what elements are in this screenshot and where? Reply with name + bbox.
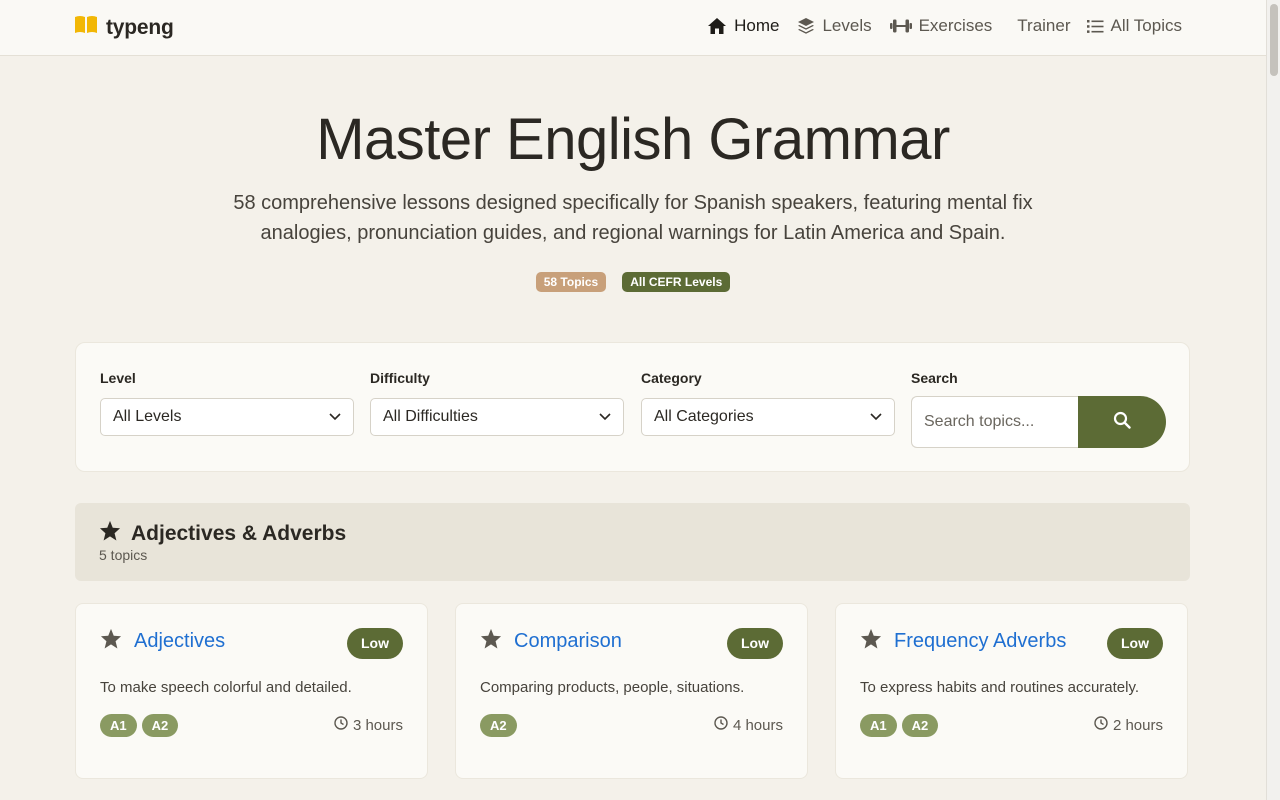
- hero-title: Master English Grammar: [316, 107, 950, 172]
- level-select-value: All Levels: [113, 408, 182, 425]
- topic-card[interactable]: Frequency Adverbs Low To express habits …: [835, 603, 1188, 779]
- search-input[interactable]: Search topics...: [911, 396, 1078, 448]
- topic-duration: 4 hours: [714, 716, 783, 734]
- level-filter-label: Level: [100, 370, 136, 386]
- category-title: Adjectives & Adverbs: [99, 520, 346, 547]
- topic-card-header: Frequency Adverbs: [860, 628, 1066, 654]
- main-nav: Home Levels Exercises Trainer All Topics: [689, 16, 1182, 36]
- search-icon: [1113, 411, 1131, 434]
- topic-levels: A2: [480, 714, 517, 737]
- category-filter: Category All Categories: [641, 370, 895, 436]
- hero-badges: 58 Topics All CEFR Levels: [0, 272, 1266, 292]
- nav-all-topics[interactable]: All Topics: [1086, 16, 1183, 36]
- topic-title-link[interactable]: Comparison: [514, 630, 622, 653]
- chevron-down-icon: [329, 408, 341, 426]
- category-filter-label: Category: [641, 370, 702, 386]
- category-title-text: Adjectives & Adverbs: [131, 521, 347, 545]
- cefr-levels-badge: All CEFR Levels: [622, 272, 731, 292]
- category-section-header: Adjectives & Adverbs 5 topics: [75, 503, 1190, 581]
- level-filter: Level All Levels: [100, 370, 354, 436]
- level-badge: A2: [901, 714, 939, 737]
- difficulty-badge: Low: [727, 628, 783, 659]
- topic-card[interactable]: Comparison Low Comparing products, peopl…: [455, 603, 808, 779]
- list-icon: [1086, 19, 1104, 34]
- filter-panel: Level All Levels Difficulty All Difficul…: [75, 342, 1190, 472]
- nav-exercises-label: Exercises: [918, 16, 993, 35]
- category-select-value: All Categories: [654, 408, 754, 425]
- nav-trainer[interactable]: Trainer: [1017, 16, 1070, 36]
- topics-count-badge: 58 Topics: [535, 272, 607, 292]
- topic-title-link[interactable]: Adjectives: [134, 630, 225, 653]
- search-filter-label: Search: [911, 370, 958, 386]
- search-button[interactable]: [1078, 396, 1166, 448]
- difficulty-select-value: All Difficulties: [383, 408, 478, 425]
- category-select[interactable]: All Categories: [641, 398, 895, 436]
- chevron-down-icon: [599, 408, 611, 426]
- open-book-icon: [74, 15, 98, 40]
- top-navbar: typeng Home Levels Exercises Trainer All…: [0, 0, 1266, 56]
- topic-duration: 3 hours: [334, 716, 403, 734]
- search-bar: Search topics...: [911, 396, 1166, 448]
- topic-levels: A1 A2: [860, 714, 939, 737]
- difficulty-select[interactable]: All Difficulties: [370, 398, 624, 436]
- nav-exercises[interactable]: Exercises: [889, 16, 993, 36]
- topic-levels: A1 A2: [100, 714, 179, 737]
- nav-trainer-label: Trainer: [1017, 16, 1071, 35]
- star-icon: [480, 628, 502, 654]
- nav-home[interactable]: Home: [707, 16, 779, 36]
- topic-duration-text: 3 hours: [352, 716, 403, 734]
- level-badge: A1: [860, 714, 897, 737]
- clock-icon: [334, 716, 348, 734]
- layers-icon: [797, 17, 815, 35]
- topic-duration-text: 4 hours: [732, 716, 783, 734]
- topic-duration-text: 2 hours: [1112, 716, 1163, 734]
- nav-all-topics-label: All Topics: [1110, 16, 1183, 35]
- chevron-down-icon: [870, 408, 882, 426]
- clock-icon: [714, 716, 728, 734]
- hero-subtitle: 58 comprehensive lessons designed specif…: [233, 192, 1033, 244]
- brand-name: typeng: [106, 15, 174, 39]
- topic-description: To make speech colorful and detailed.: [100, 679, 352, 696]
- nav-levels-label: Levels: [822, 16, 872, 35]
- topic-card[interactable]: Adjectives Low To make speech colorful a…: [75, 603, 428, 779]
- level-badge: A2: [480, 714, 517, 737]
- nav-home-label: Home: [734, 16, 780, 35]
- difficulty-badge: Low: [1107, 628, 1163, 659]
- topic-card-header: Comparison: [480, 628, 622, 654]
- topic-title-link[interactable]: Frequency Adverbs: [894, 630, 1066, 653]
- topic-description: Comparing products, people, situations.: [480, 679, 745, 696]
- topic-card-header: Adjectives: [100, 628, 225, 654]
- category-topic-count: 5 topics: [99, 547, 148, 563]
- topic-description: To express habits and routines accuratel…: [860, 679, 1140, 696]
- clock-icon: [1094, 716, 1108, 734]
- star-icon: [99, 520, 121, 547]
- dumbbell-icon: [889, 18, 912, 34]
- star-icon: [860, 628, 882, 654]
- brand-logo[interactable]: typeng: [74, 15, 174, 40]
- star-icon: [100, 628, 122, 654]
- difficulty-badge: Low: [347, 628, 403, 659]
- difficulty-filter: Difficulty All Difficulties: [370, 370, 624, 436]
- nav-levels[interactable]: Levels: [797, 16, 872, 36]
- level-badge: A1: [100, 714, 137, 737]
- page-scrollbar[interactable]: [1266, 0, 1280, 800]
- scrollbar-thumb[interactable]: [1270, 4, 1278, 76]
- level-select[interactable]: All Levels: [100, 398, 354, 436]
- level-badge: A2: [141, 714, 179, 737]
- topic-duration: 2 hours: [1094, 716, 1163, 734]
- home-icon: [707, 17, 727, 35]
- search-filter: Search Search topics...: [911, 370, 1166, 448]
- difficulty-filter-label: Difficulty: [370, 370, 430, 386]
